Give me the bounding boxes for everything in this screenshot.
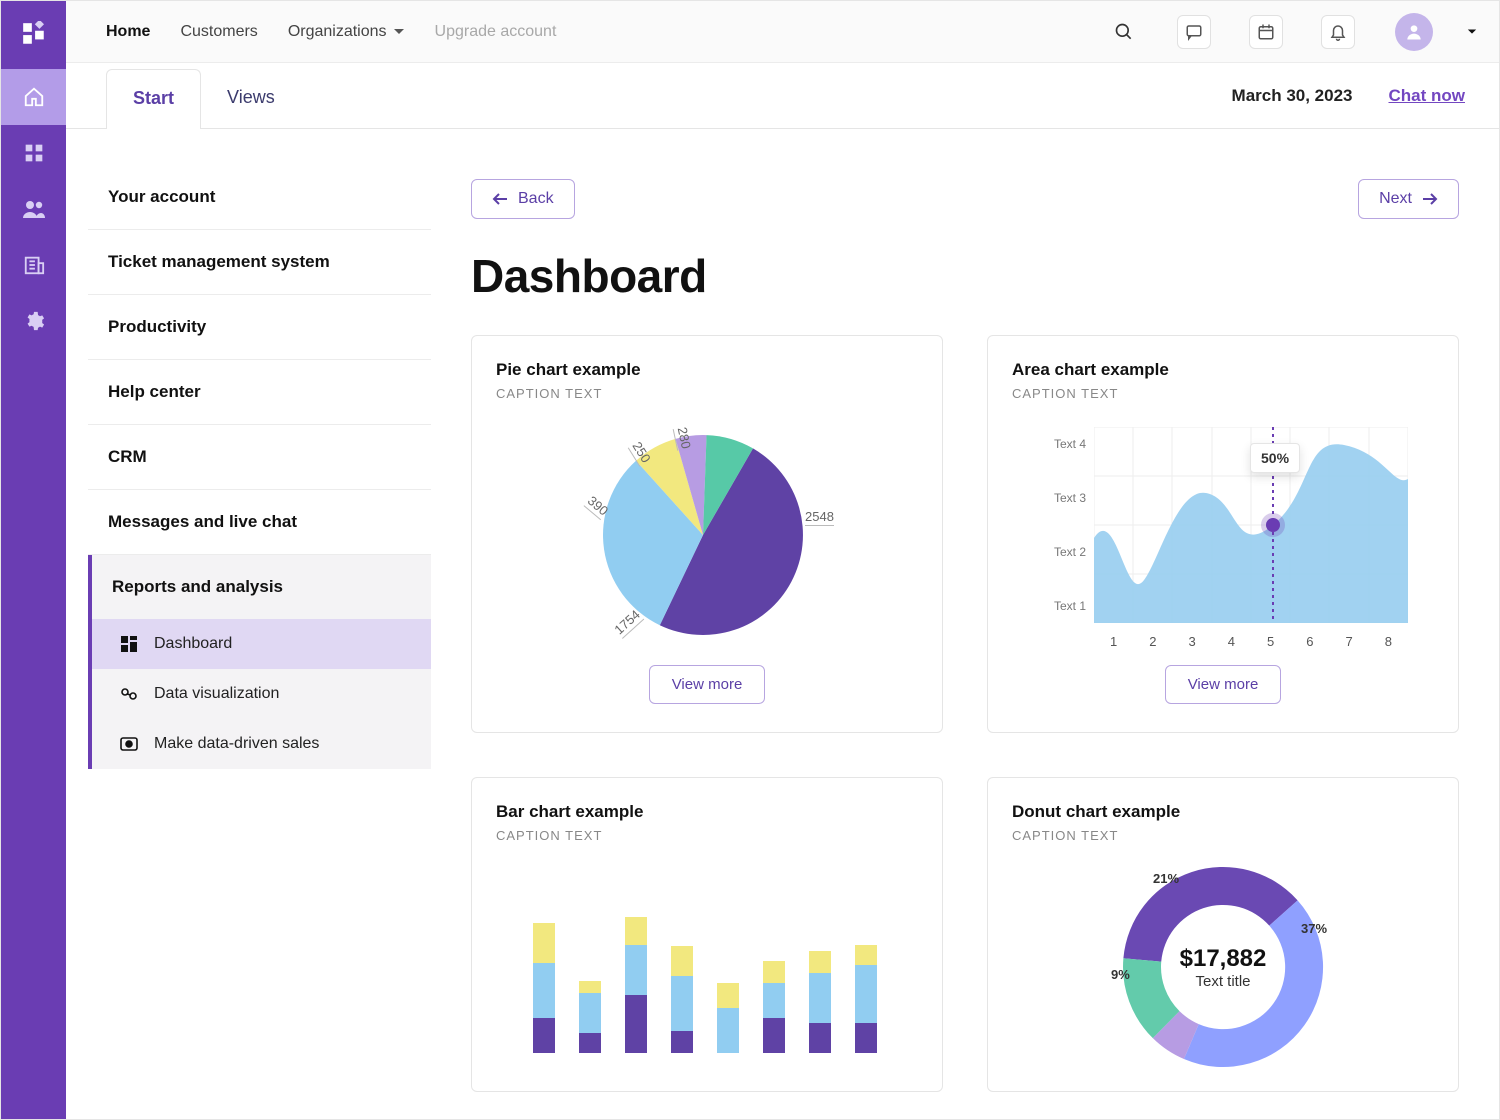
area-view-more[interactable]: View more <box>1165 665 1282 704</box>
subitem-dashboard[interactable]: Dashboard <box>92 619 431 669</box>
next-button[interactable]: Next <box>1358 179 1459 219</box>
card-area: Area chart example CAPTION TEXT Text 4 T… <box>987 335 1459 733</box>
settings-item-messages[interactable]: Messages and live chat <box>88 490 431 555</box>
card-donut-caption: CAPTION TEXT <box>1012 828 1434 843</box>
card-area-caption: CAPTION TEXT <box>1012 386 1434 401</box>
dashboard-body: Back Next Dashboard Pie chart example CA… <box>431 129 1499 1119</box>
nav-organizations-label: Organizations <box>288 23 387 41</box>
bar-chart <box>527 863 887 1053</box>
settings-panel: Your account Ticket management system Pr… <box>66 129 431 1119</box>
dashboard-icon <box>120 635 138 653</box>
pie-chart <box>603 435 803 635</box>
subitem-sales-label: Make data-driven sales <box>154 735 319 753</box>
nav-home[interactable]: Home <box>106 23 150 41</box>
header-date: March 30, 2023 <box>1232 86 1353 106</box>
area-xaxis: 1 2 3 4 5 6 7 8 <box>1094 634 1408 649</box>
settings-item-productivity[interactable]: Productivity <box>88 295 431 360</box>
nav-customers[interactable]: Customers <box>180 23 257 41</box>
pie-label-280: 280 <box>673 426 694 451</box>
tab-start[interactable]: Start <box>106 69 201 129</box>
area-tooltip: 50% <box>1250 443 1300 473</box>
search-icon[interactable] <box>1109 22 1139 42</box>
rail-home[interactable] <box>1 69 66 125</box>
arrow-left-icon <box>492 192 508 206</box>
back-button[interactable]: Back <box>471 179 575 219</box>
settings-item-account[interactable]: Your account <box>88 165 431 230</box>
sales-icon <box>120 735 138 753</box>
rail-apps[interactable] <box>1 125 66 181</box>
page-title: Dashboard <box>471 249 1459 303</box>
card-bar-title: Bar chart example <box>496 802 918 822</box>
area-ylabel-1: Text 3 <box>1038 491 1086 505</box>
sidebar-rail <box>1 1 66 1119</box>
app-logo-icon <box>15 15 53 53</box>
donut-pct-green: 21% <box>1153 871 1179 886</box>
tab-views[interactable]: Views <box>201 69 301 128</box>
calendar-icon[interactable] <box>1249 15 1283 49</box>
settings-item-crm[interactable]: CRM <box>88 425 431 490</box>
subitem-dashboard-label: Dashboard <box>154 635 232 653</box>
subtab-bar: Start Views March 30, 2023 Chat now <box>66 63 1499 129</box>
chat-icon[interactable] <box>1177 15 1211 49</box>
subitem-sales[interactable]: Make data-driven sales <box>92 719 431 769</box>
settings-item-help[interactable]: Help center <box>88 360 431 425</box>
card-bar: Bar chart example CAPTION TEXT <box>471 777 943 1092</box>
rail-settings[interactable] <box>1 293 66 349</box>
subitem-dataviz[interactable]: Data visualization <box>92 669 431 719</box>
card-pie-title: Pie chart example <box>496 360 918 380</box>
nav-upgrade[interactable]: Upgrade account <box>435 23 557 41</box>
subitem-dataviz-label: Data visualization <box>154 685 279 703</box>
arrow-right-icon <box>1422 192 1438 206</box>
area-ylabel-3: Text 1 <box>1038 599 1086 613</box>
rail-org[interactable] <box>1 237 66 293</box>
settings-item-ticket[interactable]: Ticket management system <box>88 230 431 295</box>
donut-pct-big: 37% <box>1301 921 1327 936</box>
bell-icon[interactable] <box>1321 15 1355 49</box>
settings-item-reports[interactable]: Reports and analysis <box>92 555 431 619</box>
card-pie-caption: CAPTION TEXT <box>496 386 918 401</box>
chat-now-link[interactable]: Chat now <box>1389 86 1466 106</box>
topbar: Home Customers Organizations Upgrade acc… <box>66 1 1499 63</box>
pie-view-more[interactable]: View more <box>649 665 766 704</box>
dataviz-icon <box>120 685 138 703</box>
area-ylabel-2: Text 2 <box>1038 545 1086 559</box>
next-label: Next <box>1379 190 1412 208</box>
pie-label-2548: 2548 <box>805 509 834 526</box>
card-donut: Donut chart example CAPTION TEXT <box>987 777 1459 1092</box>
area-ylabel-0: Text 4 <box>1038 437 1086 451</box>
card-area-title: Area chart example <box>1012 360 1434 380</box>
donut-center-value: $17,882 <box>1180 945 1267 973</box>
card-bar-caption: CAPTION TEXT <box>496 828 918 843</box>
avatar-caret-icon[interactable] <box>1467 27 1477 37</box>
card-pie: Pie chart example CAPTION TEXT <box>471 335 943 733</box>
nav-organizations[interactable]: Organizations <box>288 23 405 41</box>
avatar[interactable] <box>1395 13 1433 51</box>
donut-center-label: Text title <box>1180 973 1267 990</box>
back-label: Back <box>518 190 554 208</box>
rail-users[interactable] <box>1 181 66 237</box>
donut-pct-purple: 9% <box>1111 967 1130 982</box>
card-donut-title: Donut chart example <box>1012 802 1434 822</box>
chevron-down-icon <box>393 27 405 37</box>
